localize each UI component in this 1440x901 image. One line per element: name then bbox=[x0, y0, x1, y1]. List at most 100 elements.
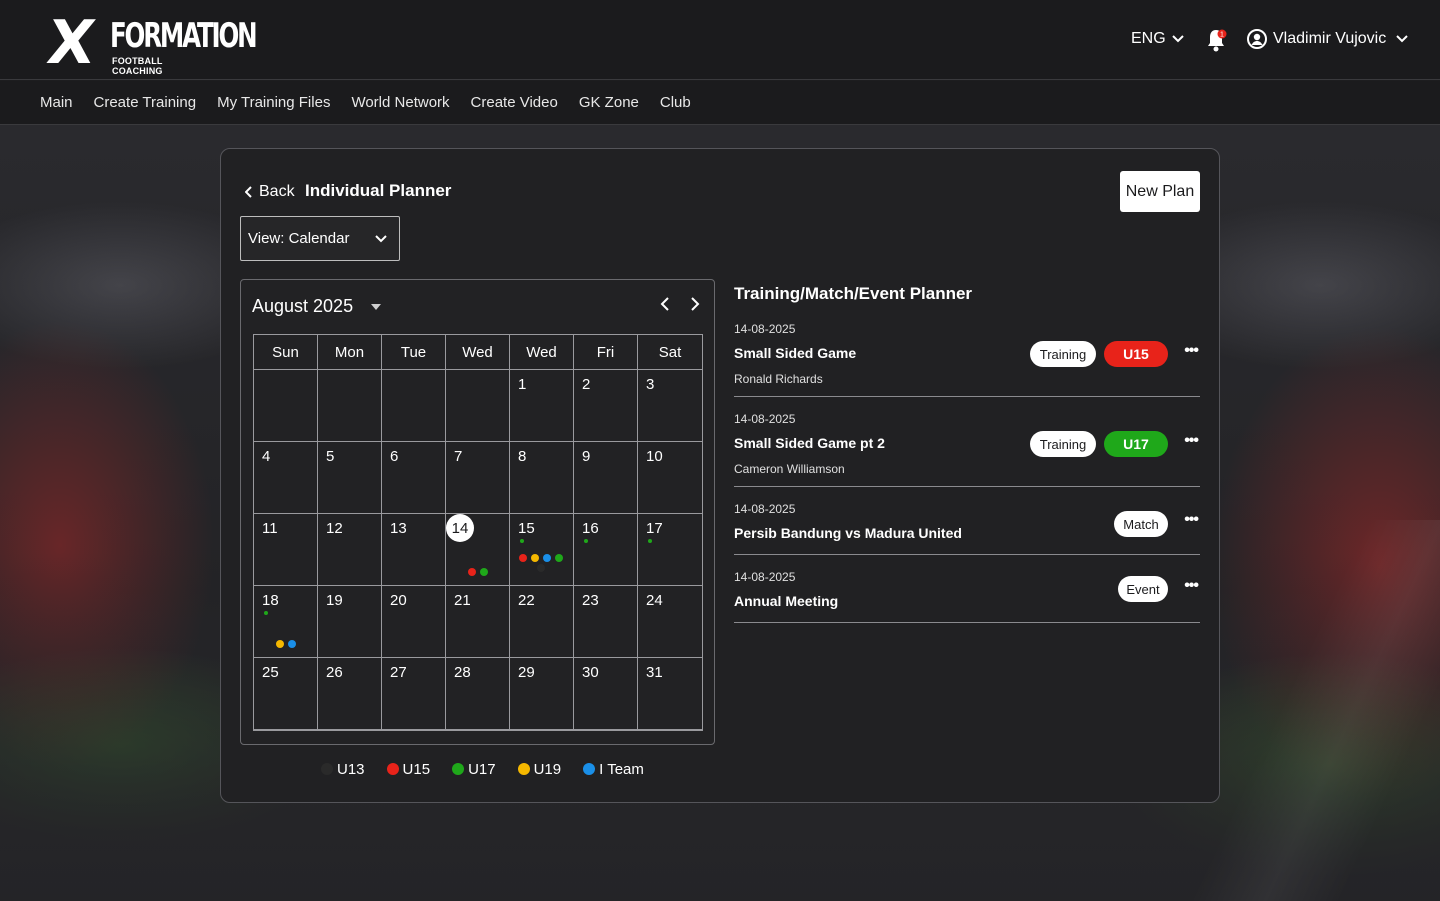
user-menu[interactable]: Vladimir Vujovic bbox=[1247, 29, 1408, 49]
main-nav: Main Create Training My Training Files W… bbox=[0, 81, 1440, 125]
view-select[interactable]: View: Calendar bbox=[240, 216, 400, 261]
entry-team-badge: U17 bbox=[1104, 431, 1168, 457]
planner-card: Back Individual Planner New Plan View: C… bbox=[220, 148, 1220, 803]
weekday-header: Sat bbox=[638, 335, 702, 370]
legend-swatch bbox=[321, 763, 333, 775]
calendar-day[interactable]: 3 bbox=[638, 370, 702, 442]
calendar-day[interactable]: 18 bbox=[254, 586, 318, 658]
nav-item-create-training[interactable]: Create Training bbox=[94, 94, 197, 111]
planner-entry[interactable]: 14-08-2025 Small Sided Game Ronald Richa… bbox=[734, 319, 1200, 397]
calendar-day[interactable]: 15 bbox=[510, 514, 574, 586]
calendar-grid: Sun Mon Tue Wed Wed Fri Sat 1 2 3 4 5 6 7 8 9 10 11 12 13 14… bbox=[253, 334, 703, 731]
day-number: 7 bbox=[454, 448, 463, 465]
event-dot bbox=[537, 564, 545, 572]
calendar-day[interactable]: 19 bbox=[318, 586, 382, 658]
calendar-day[interactable]: 9 bbox=[574, 442, 638, 514]
month-selector[interactable]: August 2025 bbox=[252, 296, 382, 317]
calendar-day[interactable]: 31 bbox=[638, 658, 702, 730]
calendar-day[interactable]: 21 bbox=[446, 586, 510, 658]
entry-date: 14-08-2025 bbox=[734, 570, 796, 584]
event-dot bbox=[468, 568, 476, 576]
legend-item: I Team bbox=[583, 761, 644, 778]
weekday-header: Wed bbox=[510, 335, 574, 370]
calendar: August 2025 Sun Mon Tue Wed Wed Fri Sat 1 2 3 4 5 6 7… bbox=[240, 279, 715, 745]
weekday-header: Sun bbox=[254, 335, 318, 370]
calendar-day[interactable]: 30 bbox=[574, 658, 638, 730]
calendar-day[interactable]: 2 bbox=[574, 370, 638, 442]
planner-entry[interactable]: 14-08-2025 Annual Meeting Event ••• bbox=[734, 567, 1200, 623]
entry-type-badge: Training bbox=[1030, 431, 1096, 457]
calendar-day[interactable]: 6 bbox=[382, 442, 446, 514]
calendar-day[interactable]: 22 bbox=[510, 586, 574, 658]
entry-type-badge: Training bbox=[1030, 341, 1096, 367]
entry-coach: Cameron Williamson bbox=[734, 462, 845, 476]
day-number: 12 bbox=[326, 520, 343, 537]
calendar-day[interactable]: 1 bbox=[510, 370, 574, 442]
calendar-day[interactable]: 5 bbox=[318, 442, 382, 514]
more-options-icon[interactable]: ••• bbox=[1184, 511, 1199, 529]
weekday-header: Tue bbox=[382, 335, 446, 370]
calendar-day[interactable]: 11 bbox=[254, 514, 318, 586]
user-name: Vladimir Vujovic bbox=[1273, 30, 1387, 47]
nav-item-main[interactable]: Main bbox=[40, 94, 73, 111]
planner-entry[interactable]: 14-08-2025 Small Sided Game pt 2 Cameron… bbox=[734, 409, 1200, 487]
calendar-empty-cell bbox=[318, 370, 382, 442]
nav-item-club[interactable]: Club bbox=[660, 94, 691, 111]
logo-subtitle: FOOTBALL COACHING bbox=[112, 56, 163, 76]
entry-date: 14-08-2025 bbox=[734, 412, 796, 426]
day-number: 20 bbox=[390, 592, 407, 609]
event-dot-small bbox=[584, 539, 588, 543]
more-options-icon[interactable]: ••• bbox=[1184, 577, 1199, 595]
more-options-icon[interactable]: ••• bbox=[1184, 432, 1199, 450]
day-number: 21 bbox=[454, 592, 471, 609]
calendar-day[interactable]: 27 bbox=[382, 658, 446, 730]
calendar-day[interactable]: 25 bbox=[254, 658, 318, 730]
user-avatar-icon bbox=[1247, 29, 1267, 49]
back-button[interactable]: Back bbox=[245, 183, 295, 201]
calendar-day[interactable]: 17 bbox=[638, 514, 702, 586]
nav-item-gk-zone[interactable]: GK Zone bbox=[579, 94, 639, 111]
calendar-day[interactable]: 28 bbox=[446, 658, 510, 730]
legend-label: U19 bbox=[533, 761, 562, 778]
calendar-day[interactable]: 20 bbox=[382, 586, 446, 658]
calendar-day[interactable]: 24 bbox=[638, 586, 702, 658]
language-selector[interactable]: ENG bbox=[1131, 30, 1184, 48]
calendar-day[interactable]: 26 bbox=[318, 658, 382, 730]
event-dot bbox=[288, 640, 296, 648]
calendar-day[interactable]: 16 bbox=[574, 514, 638, 586]
event-dot bbox=[543, 554, 551, 562]
nav-item-create-video[interactable]: Create Video bbox=[471, 94, 558, 111]
legend-swatch bbox=[452, 763, 465, 775]
legend-swatch bbox=[517, 763, 530, 775]
month-navigation bbox=[660, 296, 700, 312]
calendar-day[interactable]: 14 bbox=[446, 514, 510, 586]
weekday-header: Fri bbox=[574, 335, 638, 370]
logo-word: FORMATION bbox=[110, 16, 258, 56]
day-number: 3 bbox=[646, 376, 655, 393]
calendar-day[interactable]: 29 bbox=[510, 658, 574, 730]
event-dot-small bbox=[648, 539, 652, 543]
calendar-day[interactable]: 8 bbox=[510, 442, 574, 514]
more-options-icon[interactable]: ••• bbox=[1184, 342, 1199, 360]
prev-month-icon[interactable] bbox=[660, 296, 670, 312]
nav-item-world-network[interactable]: World Network bbox=[351, 94, 449, 111]
next-month-icon[interactable] bbox=[690, 296, 700, 312]
brand-logo[interactable]: X FORMATION FOOTBALL COACHING bbox=[40, 8, 258, 78]
calendar-day[interactable]: 13 bbox=[382, 514, 446, 586]
calendar-day[interactable]: 7 bbox=[446, 442, 510, 514]
nav-item-my-training-files[interactable]: My Training Files bbox=[217, 94, 330, 111]
event-dot bbox=[519, 554, 527, 562]
calendar-day[interactable]: 4 bbox=[254, 442, 318, 514]
calendar-day[interactable]: 10 bbox=[638, 442, 702, 514]
new-plan-button[interactable]: New Plan bbox=[1120, 171, 1200, 212]
calendar-day[interactable]: 12 bbox=[318, 514, 382, 586]
notification-button[interactable]: 1 bbox=[1205, 27, 1227, 53]
calendar-day[interactable]: 23 bbox=[574, 586, 638, 658]
planner-entry[interactable]: 14-08-2025 Persib Bandung vs Madura Unit… bbox=[734, 499, 1200, 555]
team-legend: U13 U15 U17 U19 I Team bbox=[321, 761, 644, 778]
entry-date: 14-08-2025 bbox=[734, 322, 796, 336]
language-label: ENG bbox=[1131, 30, 1166, 47]
day-number: 13 bbox=[390, 520, 407, 537]
legend-label: U13 bbox=[337, 761, 365, 778]
weekday-header: Mon bbox=[318, 335, 382, 370]
